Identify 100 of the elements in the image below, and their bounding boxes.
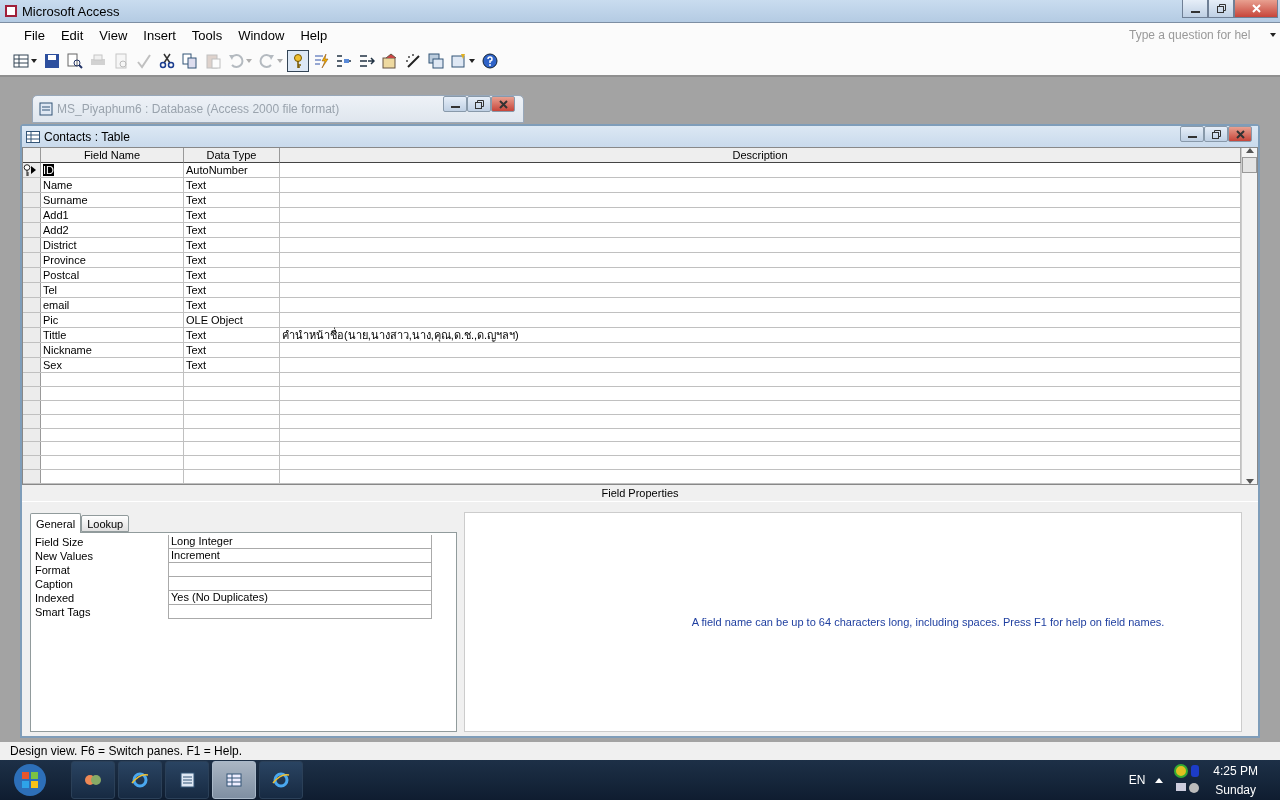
- app-icon: [84, 773, 102, 787]
- menu-item[interactable]: Edit: [52, 27, 92, 43]
- clipboard-icon: [205, 53, 221, 69]
- app-icon: [4, 4, 18, 18]
- clock-day[interactable]: Sunday: [1215, 782, 1256, 797]
- property-value-field[interactable]: Yes (No Duplicates): [168, 591, 432, 605]
- database-icon: [178, 771, 196, 789]
- spelling-icon: [136, 53, 152, 69]
- restore-button[interactable]: [1204, 126, 1228, 142]
- taskbar-button[interactable]: [165, 761, 209, 799]
- field-name-cell[interactable]: Nickname: [41, 343, 184, 357]
- menu-item[interactable]: File: [16, 27, 53, 43]
- minimize-icon: [1190, 10, 1200, 13]
- data-type-cell[interactable]: Text: [184, 193, 280, 207]
- restore-button[interactable]: [467, 96, 491, 112]
- menu-item[interactable]: Tools: [183, 27, 231, 43]
- data-type-cell[interactable]: Text: [184, 208, 280, 222]
- taskbar-button[interactable]: [71, 761, 115, 799]
- data-type-cell[interactable]: Text: [184, 358, 280, 372]
- property-value-field[interactable]: [168, 605, 432, 619]
- help-text: A field name can be up to 64 characters long, including spaces. Press F1 for help on field names.: [690, 616, 1165, 628]
- field-name-cell[interactable]: Surname: [41, 193, 184, 207]
- toolbar-button[interactable]: [479, 50, 501, 72]
- scroll-thumb[interactable]: [1242, 157, 1257, 173]
- restore-button[interactable]: [1208, 0, 1234, 18]
- property-label: Format: [35, 563, 71, 577]
- caret-icon: [277, 59, 283, 63]
- field-name-cell[interactable]: ID: [41, 163, 184, 177]
- taskbar-button[interactable]: [118, 761, 162, 799]
- data-type-cell[interactable]: Text: [184, 328, 280, 342]
- menu-item[interactable]: Window: [230, 27, 293, 43]
- scrollbar[interactable]: [1241, 148, 1257, 484]
- browser-icon: [272, 771, 290, 789]
- form-icon: [451, 53, 467, 69]
- help-icon: [482, 53, 498, 69]
- taskbar-button[interactable]: [259, 761, 303, 799]
- field-name-cell[interactable]: Province: [41, 253, 184, 267]
- field-name-cell[interactable]: Add2: [41, 223, 184, 237]
- data-type-cell[interactable]: Text: [184, 238, 280, 252]
- undo-icon: [228, 53, 244, 69]
- caret-icon: [246, 59, 252, 63]
- close-button[interactable]: [491, 96, 515, 112]
- copy-icon: [182, 53, 198, 69]
- down-arrow-icon: [1245, 479, 1254, 484]
- property-value-field[interactable]: Long Integer: [168, 535, 432, 549]
- tab[interactable]: Lookup: [81, 515, 130, 532]
- minimize-button[interactable]: [443, 96, 467, 112]
- clock-time[interactable]: 4:25 PM: [1213, 763, 1258, 778]
- property-value-field[interactable]: [168, 563, 432, 577]
- data-type-cell[interactable]: Text: [184, 268, 280, 282]
- data-type-cell[interactable]: Text: [184, 298, 280, 312]
- field-name-cell[interactable]: Tel: [41, 283, 184, 297]
- data-type-cell[interactable]: Text: [184, 343, 280, 357]
- browser-icon: [131, 771, 149, 789]
- minimize-button[interactable]: [1182, 0, 1208, 18]
- up-arrow-icon: [1155, 777, 1164, 783]
- field-name-cell[interactable]: Pic: [41, 313, 184, 327]
- insert-rows-icon: [336, 53, 352, 69]
- field-name-cell[interactable]: Add1: [41, 208, 184, 222]
- tab[interactable]: General: [30, 513, 82, 533]
- menu-item[interactable]: Insert: [135, 27, 184, 43]
- column-header[interactable]: Description: [280, 148, 1241, 163]
- field-name-cell[interactable]: email: [41, 298, 184, 312]
- help-search-field[interactable]: Type a question for hel: [1127, 27, 1266, 43]
- minimize-button[interactable]: [1180, 126, 1204, 142]
- table-icon: [13, 53, 29, 69]
- field-name-cell[interactable]: Postcal: [41, 268, 184, 282]
- windows-logo-icon: [13, 763, 47, 797]
- window-title: MS_Piyaphum6 : Database (Access 2000 file format): [57, 102, 341, 116]
- toolbar-button[interactable]: [287, 50, 309, 72]
- restore-icon: [1216, 4, 1226, 13]
- field-name-cell[interactable]: Name: [41, 178, 184, 192]
- close-button[interactable]: [1234, 0, 1278, 18]
- status-text: Design view. F6 = Switch panes. F1 = Help.: [10, 744, 243, 758]
- column-header[interactable]: Data Type: [184, 148, 280, 163]
- section-heading: Field Properties: [600, 486, 680, 501]
- field-name-cell[interactable]: Sex: [41, 358, 184, 372]
- close-button[interactable]: [1228, 126, 1252, 142]
- data-type-cell[interactable]: Text: [184, 178, 280, 192]
- column-header[interactable]: Field Name: [41, 148, 184, 163]
- data-type-cell[interactable]: OLE Object: [184, 313, 280, 327]
- redo-icon: [259, 53, 275, 69]
- caret-icon: [469, 59, 475, 63]
- menu-item[interactable]: View: [91, 27, 136, 43]
- data-type-cell[interactable]: Text: [184, 253, 280, 267]
- property-value-field[interactable]: Increment: [168, 549, 432, 563]
- field-name-cell[interactable]: Tittle: [41, 328, 184, 342]
- property-label: Smart Tags: [35, 605, 92, 619]
- data-type-cell[interactable]: Text: [184, 283, 280, 297]
- row-selector[interactable]: [23, 163, 41, 177]
- language-indicator[interactable]: EN: [1128, 773, 1146, 787]
- data-type-cell[interactable]: Text: [184, 223, 280, 237]
- data-type-cell[interactable]: AutoNumber: [184, 163, 280, 177]
- menu-item[interactable]: Help: [292, 27, 336, 43]
- property-value-field[interactable]: [168, 577, 432, 591]
- property-label: Indexed: [35, 591, 76, 605]
- close-icon: [1235, 129, 1245, 139]
- table-icon: [26, 130, 40, 143]
- property-label: Field Size: [35, 535, 85, 549]
- field-name-cell[interactable]: District: [41, 238, 184, 252]
